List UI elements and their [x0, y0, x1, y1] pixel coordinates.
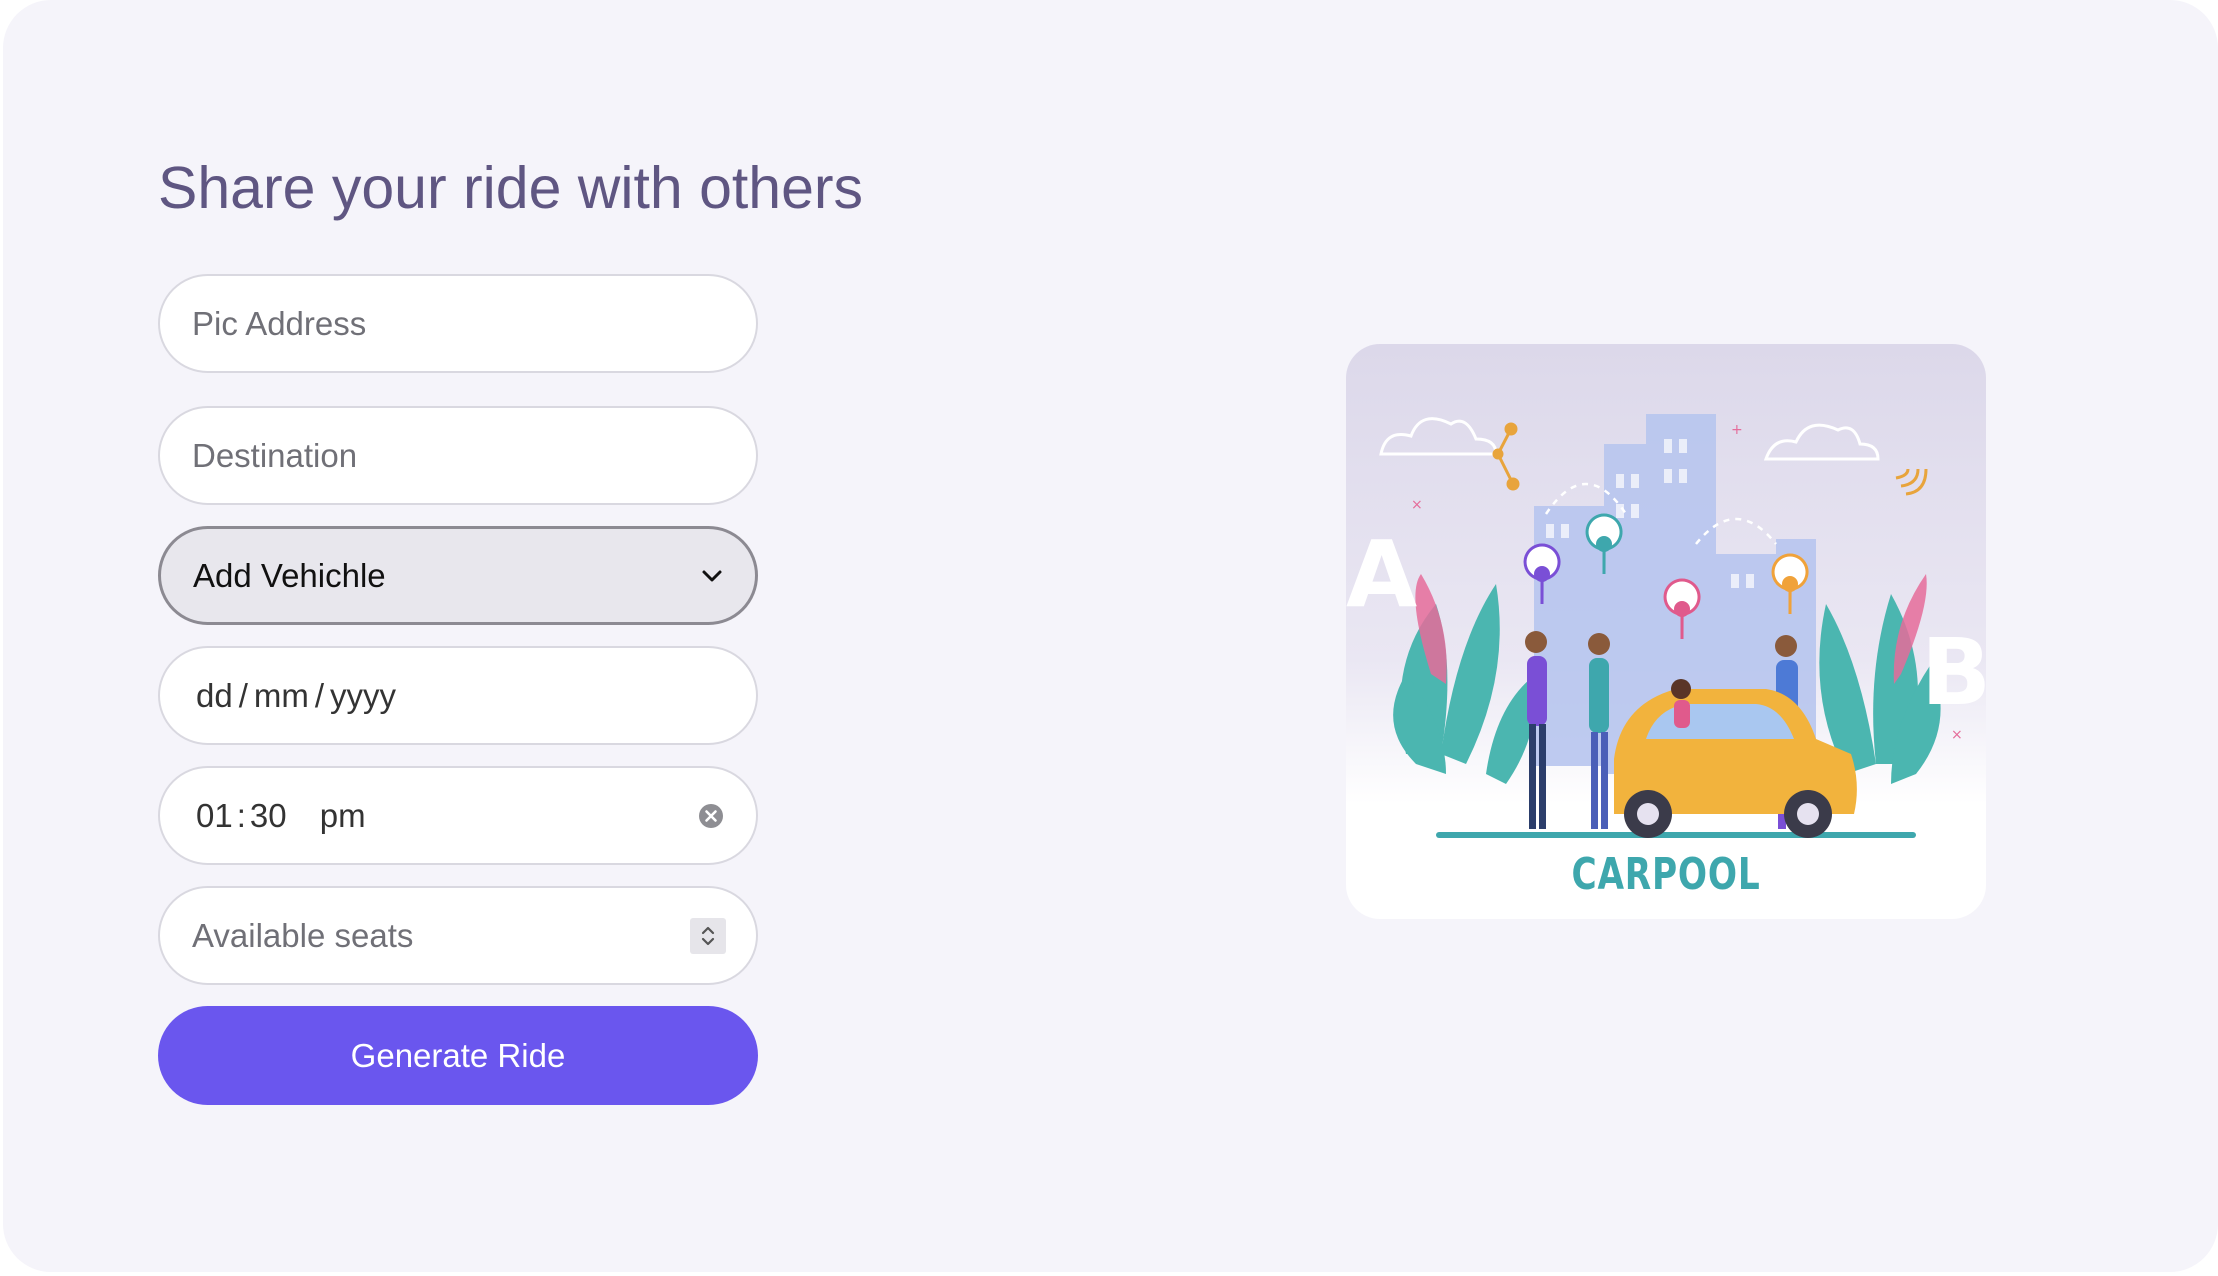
- generate-ride-button[interactable]: Generate Ride: [158, 1006, 758, 1105]
- time-separator: :: [236, 796, 246, 834]
- carpool-caption: CARPOOL: [1571, 849, 1761, 900]
- carpool-scene-image: A B × × +: [1346, 414, 1986, 838]
- time-value: 01:30 pm: [196, 797, 370, 835]
- svg-text:+: +: [1731, 422, 1743, 438]
- spinner-arrows-icon[interactable]: [690, 917, 726, 954]
- chevron-down-icon: [702, 570, 722, 581]
- available-seats-placeholder: Available seats: [192, 916, 414, 954]
- route-icon: [1492, 422, 1520, 491]
- date-separator: /: [238, 676, 248, 714]
- available-seats-input[interactable]: Available seats: [158, 886, 758, 985]
- pickup-address-input[interactable]: [158, 274, 758, 373]
- marker-b: B: [1921, 619, 1986, 726]
- page-title: Share your ride with others: [158, 155, 864, 221]
- date-separator: /: [314, 676, 325, 714]
- destination-input[interactable]: [158, 406, 758, 505]
- date-year: yyyy: [330, 676, 397, 714]
- carpool-illustration: A B × × + CARPOOL: [1346, 344, 1986, 919]
- date-day: dd: [196, 676, 233, 714]
- time-hour: 01: [196, 796, 233, 834]
- time-minute: 30: [249, 796, 287, 834]
- time-input[interactable]: 01:30 pm: [158, 766, 758, 865]
- signal-icon: [1895, 468, 1928, 496]
- date-input[interactable]: dd / mm / yyyy: [158, 646, 758, 745]
- marker-a: A: [1346, 521, 1417, 628]
- date-month: mm: [253, 676, 309, 714]
- clear-icon[interactable]: [698, 803, 724, 829]
- svg-text:×: ×: [1951, 727, 1963, 743]
- ride-share-card: Share your ride with others Add Vehichle…: [3, 0, 2218, 1272]
- vehicle-select[interactable]: Add Vehichle: [158, 526, 758, 625]
- time-ampm: pm: [319, 796, 366, 834]
- vehicle-select-value: Add Vehichle: [193, 556, 386, 594]
- svg-text:×: ×: [1411, 497, 1423, 513]
- car-image: [1614, 679, 1857, 838]
